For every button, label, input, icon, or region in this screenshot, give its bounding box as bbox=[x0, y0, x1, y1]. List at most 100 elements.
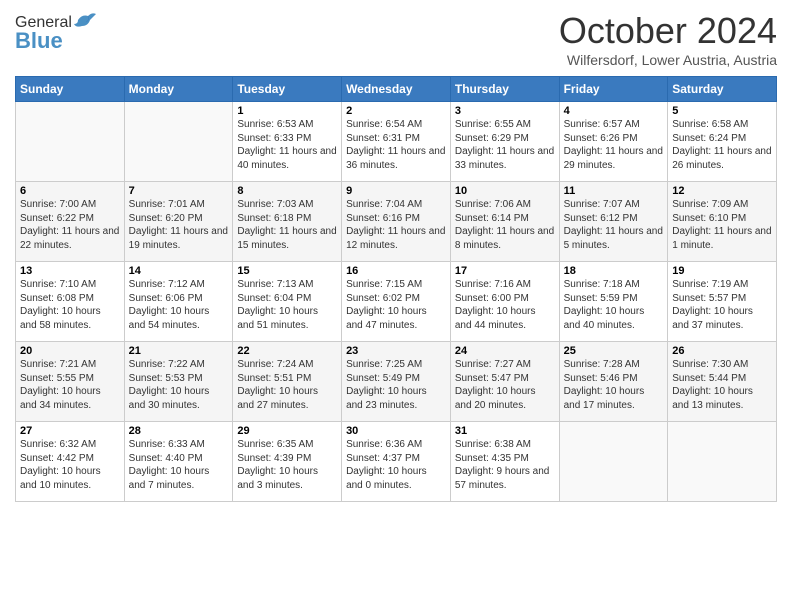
day-number: 17 bbox=[455, 265, 555, 277]
day-of-week-header: Tuesday bbox=[233, 77, 342, 102]
calendar-cell: 5Sunrise: 6:58 AMSunset: 6:24 PMDaylight… bbox=[668, 102, 777, 182]
calendar-cell: 11Sunrise: 7:07 AMSunset: 6:12 PMDayligh… bbox=[559, 182, 668, 262]
day-info: Sunrise: 7:06 AMSunset: 6:14 PMDaylight:… bbox=[455, 198, 555, 252]
day-number: 20 bbox=[20, 345, 120, 357]
day-number: 8 bbox=[237, 185, 337, 197]
day-number: 29 bbox=[237, 425, 337, 437]
calendar-cell: 4Sunrise: 6:57 AMSunset: 6:26 PMDaylight… bbox=[559, 102, 668, 182]
day-info: Sunrise: 7:21 AMSunset: 5:55 PMDaylight:… bbox=[20, 358, 120, 412]
day-info: Sunrise: 6:54 AMSunset: 6:31 PMDaylight:… bbox=[346, 118, 446, 172]
calendar-cell: 22Sunrise: 7:24 AMSunset: 5:51 PMDayligh… bbox=[233, 342, 342, 422]
day-number: 1 bbox=[237, 105, 337, 117]
day-number: 28 bbox=[129, 425, 229, 437]
logo: General Blue bbox=[15, 14, 96, 54]
calendar-week-row: 1Sunrise: 6:53 AMSunset: 6:33 PMDaylight… bbox=[16, 102, 777, 182]
day-info: Sunrise: 6:33 AMSunset: 4:40 PMDaylight:… bbox=[129, 438, 229, 492]
day-number: 5 bbox=[672, 105, 772, 117]
calendar-week-row: 6Sunrise: 7:00 AMSunset: 6:22 PMDaylight… bbox=[16, 182, 777, 262]
logo-blue-text: Blue bbox=[15, 28, 63, 54]
day-number: 2 bbox=[346, 105, 446, 117]
calendar-cell: 14Sunrise: 7:12 AMSunset: 6:06 PMDayligh… bbox=[124, 262, 233, 342]
day-number: 27 bbox=[20, 425, 120, 437]
calendar-cell: 2Sunrise: 6:54 AMSunset: 6:31 PMDaylight… bbox=[342, 102, 451, 182]
calendar-cell: 19Sunrise: 7:19 AMSunset: 5:57 PMDayligh… bbox=[668, 262, 777, 342]
calendar-week-row: 27Sunrise: 6:32 AMSunset: 4:42 PMDayligh… bbox=[16, 422, 777, 502]
day-info: Sunrise: 7:04 AMSunset: 6:16 PMDaylight:… bbox=[346, 198, 446, 252]
day-info: Sunrise: 6:32 AMSunset: 4:42 PMDaylight:… bbox=[20, 438, 120, 492]
calendar-cell bbox=[668, 422, 777, 502]
calendar-table: SundayMondayTuesdayWednesdayThursdayFrid… bbox=[15, 76, 777, 502]
calendar-cell: 21Sunrise: 7:22 AMSunset: 5:53 PMDayligh… bbox=[124, 342, 233, 422]
day-number: 30 bbox=[346, 425, 446, 437]
calendar-cell: 30Sunrise: 6:36 AMSunset: 4:37 PMDayligh… bbox=[342, 422, 451, 502]
day-info: Sunrise: 6:58 AMSunset: 6:24 PMDaylight:… bbox=[672, 118, 772, 172]
calendar-cell bbox=[559, 422, 668, 502]
calendar-cell: 3Sunrise: 6:55 AMSunset: 6:29 PMDaylight… bbox=[450, 102, 559, 182]
day-number: 21 bbox=[129, 345, 229, 357]
day-number: 9 bbox=[346, 185, 446, 197]
day-info: Sunrise: 6:55 AMSunset: 6:29 PMDaylight:… bbox=[455, 118, 555, 172]
day-info: Sunrise: 7:16 AMSunset: 6:00 PMDaylight:… bbox=[455, 278, 555, 332]
day-of-week-header: Friday bbox=[559, 77, 668, 102]
calendar-cell: 26Sunrise: 7:30 AMSunset: 5:44 PMDayligh… bbox=[668, 342, 777, 422]
day-number: 11 bbox=[564, 185, 664, 197]
calendar-cell: 16Sunrise: 7:15 AMSunset: 6:02 PMDayligh… bbox=[342, 262, 451, 342]
calendar-cell: 8Sunrise: 7:03 AMSunset: 6:18 PMDaylight… bbox=[233, 182, 342, 262]
day-info: Sunrise: 7:30 AMSunset: 5:44 PMDaylight:… bbox=[672, 358, 772, 412]
calendar-week-row: 13Sunrise: 7:10 AMSunset: 6:08 PMDayligh… bbox=[16, 262, 777, 342]
day-of-week-header: Monday bbox=[124, 77, 233, 102]
day-number: 23 bbox=[346, 345, 446, 357]
day-of-week-header: Sunday bbox=[16, 77, 125, 102]
calendar-cell: 20Sunrise: 7:21 AMSunset: 5:55 PMDayligh… bbox=[16, 342, 125, 422]
calendar-cell: 23Sunrise: 7:25 AMSunset: 5:49 PMDayligh… bbox=[342, 342, 451, 422]
calendar-cell: 24Sunrise: 7:27 AMSunset: 5:47 PMDayligh… bbox=[450, 342, 559, 422]
day-info: Sunrise: 7:19 AMSunset: 5:57 PMDaylight:… bbox=[672, 278, 772, 332]
day-info: Sunrise: 7:01 AMSunset: 6:20 PMDaylight:… bbox=[129, 198, 229, 252]
calendar-cell: 10Sunrise: 7:06 AMSunset: 6:14 PMDayligh… bbox=[450, 182, 559, 262]
day-of-week-header: Saturday bbox=[668, 77, 777, 102]
calendar-header-row: SundayMondayTuesdayWednesdayThursdayFrid… bbox=[16, 77, 777, 102]
calendar-cell: 15Sunrise: 7:13 AMSunset: 6:04 PMDayligh… bbox=[233, 262, 342, 342]
day-info: Sunrise: 7:12 AMSunset: 6:06 PMDaylight:… bbox=[129, 278, 229, 332]
title-section: October 2024 Wilfersdorf, Lower Austria,… bbox=[559, 10, 777, 68]
calendar-cell: 25Sunrise: 7:28 AMSunset: 5:46 PMDayligh… bbox=[559, 342, 668, 422]
day-info: Sunrise: 6:35 AMSunset: 4:39 PMDaylight:… bbox=[237, 438, 337, 492]
calendar-cell: 28Sunrise: 6:33 AMSunset: 4:40 PMDayligh… bbox=[124, 422, 233, 502]
location-subtitle: Wilfersdorf, Lower Austria, Austria bbox=[559, 52, 777, 68]
day-number: 19 bbox=[672, 265, 772, 277]
day-info: Sunrise: 7:15 AMSunset: 6:02 PMDaylight:… bbox=[346, 278, 446, 332]
day-info: Sunrise: 7:09 AMSunset: 6:10 PMDaylight:… bbox=[672, 198, 772, 252]
calendar-cell: 29Sunrise: 6:35 AMSunset: 4:39 PMDayligh… bbox=[233, 422, 342, 502]
day-number: 24 bbox=[455, 345, 555, 357]
day-info: Sunrise: 7:00 AMSunset: 6:22 PMDaylight:… bbox=[20, 198, 120, 252]
calendar-cell: 6Sunrise: 7:00 AMSunset: 6:22 PMDaylight… bbox=[16, 182, 125, 262]
day-number: 22 bbox=[237, 345, 337, 357]
calendar-cell: 9Sunrise: 7:04 AMSunset: 6:16 PMDaylight… bbox=[342, 182, 451, 262]
day-info: Sunrise: 7:13 AMSunset: 6:04 PMDaylight:… bbox=[237, 278, 337, 332]
day-number: 13 bbox=[20, 265, 120, 277]
calendar-cell bbox=[16, 102, 125, 182]
page-header: General Blue October 2024 Wilfersdorf, L… bbox=[15, 10, 777, 68]
day-number: 12 bbox=[672, 185, 772, 197]
logo-bird-icon bbox=[74, 12, 96, 32]
day-info: Sunrise: 7:27 AMSunset: 5:47 PMDaylight:… bbox=[455, 358, 555, 412]
day-info: Sunrise: 7:07 AMSunset: 6:12 PMDaylight:… bbox=[564, 198, 664, 252]
day-info: Sunrise: 7:03 AMSunset: 6:18 PMDaylight:… bbox=[237, 198, 337, 252]
day-info: Sunrise: 7:18 AMSunset: 5:59 PMDaylight:… bbox=[564, 278, 664, 332]
day-number: 26 bbox=[672, 345, 772, 357]
day-info: Sunrise: 7:22 AMSunset: 5:53 PMDaylight:… bbox=[129, 358, 229, 412]
calendar-cell: 7Sunrise: 7:01 AMSunset: 6:20 PMDaylight… bbox=[124, 182, 233, 262]
day-of-week-header: Thursday bbox=[450, 77, 559, 102]
day-info: Sunrise: 7:10 AMSunset: 6:08 PMDaylight:… bbox=[20, 278, 120, 332]
calendar-cell: 1Sunrise: 6:53 AMSunset: 6:33 PMDaylight… bbox=[233, 102, 342, 182]
calendar-cell bbox=[124, 102, 233, 182]
calendar-cell: 17Sunrise: 7:16 AMSunset: 6:00 PMDayligh… bbox=[450, 262, 559, 342]
day-number: 31 bbox=[455, 425, 555, 437]
day-info: Sunrise: 7:24 AMSunset: 5:51 PMDaylight:… bbox=[237, 358, 337, 412]
day-number: 4 bbox=[564, 105, 664, 117]
month-title: October 2024 bbox=[559, 10, 777, 52]
day-number: 10 bbox=[455, 185, 555, 197]
calendar-cell: 13Sunrise: 7:10 AMSunset: 6:08 PMDayligh… bbox=[16, 262, 125, 342]
calendar-week-row: 20Sunrise: 7:21 AMSunset: 5:55 PMDayligh… bbox=[16, 342, 777, 422]
day-info: Sunrise: 6:53 AMSunset: 6:33 PMDaylight:… bbox=[237, 118, 337, 172]
